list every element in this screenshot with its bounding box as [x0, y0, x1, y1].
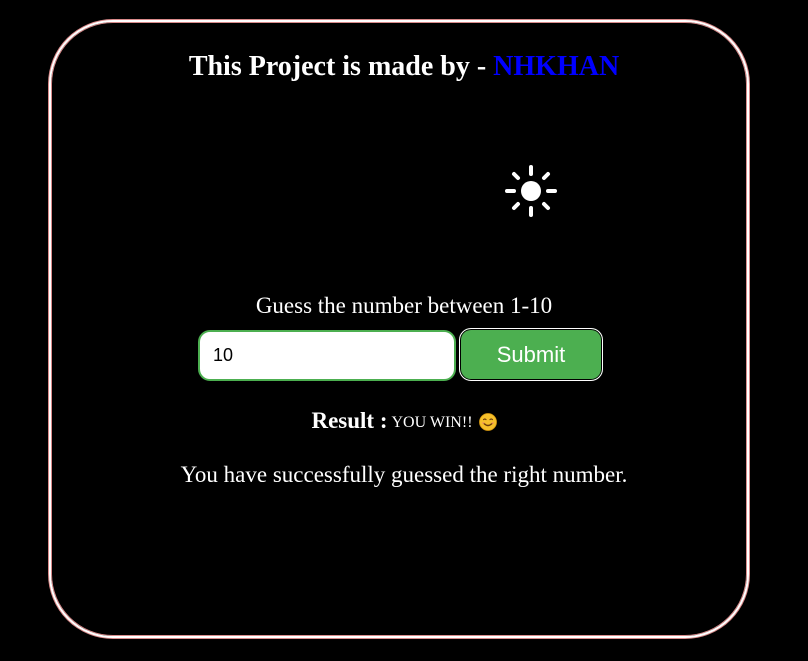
- result-label: Result :: [311, 408, 388, 433]
- result-message: You have successfully guessed the right …: [180, 462, 628, 487]
- author-name: NHKHAN: [493, 51, 620, 82]
- guess-prompt: Guess the number between 1-10: [255, 293, 553, 318]
- smiling-face-icon: [478, 413, 497, 431]
- game-card: [49, 20, 749, 638]
- theme-toggle-button[interactable]: [505, 165, 557, 217]
- title-prefix: This Project is made by -: [188, 51, 494, 82]
- sun-icon: [505, 165, 557, 217]
- result-value: YOU WIN!!: [391, 414, 473, 431]
- submit-button[interactable]: Submit: [459, 328, 603, 381]
- page-title: This Project is made by - NHKHAN: [0, 49, 808, 85]
- result-line: Result : YOU WIN!!: [0, 405, 808, 440]
- guess-input[interactable]: [198, 330, 456, 381]
